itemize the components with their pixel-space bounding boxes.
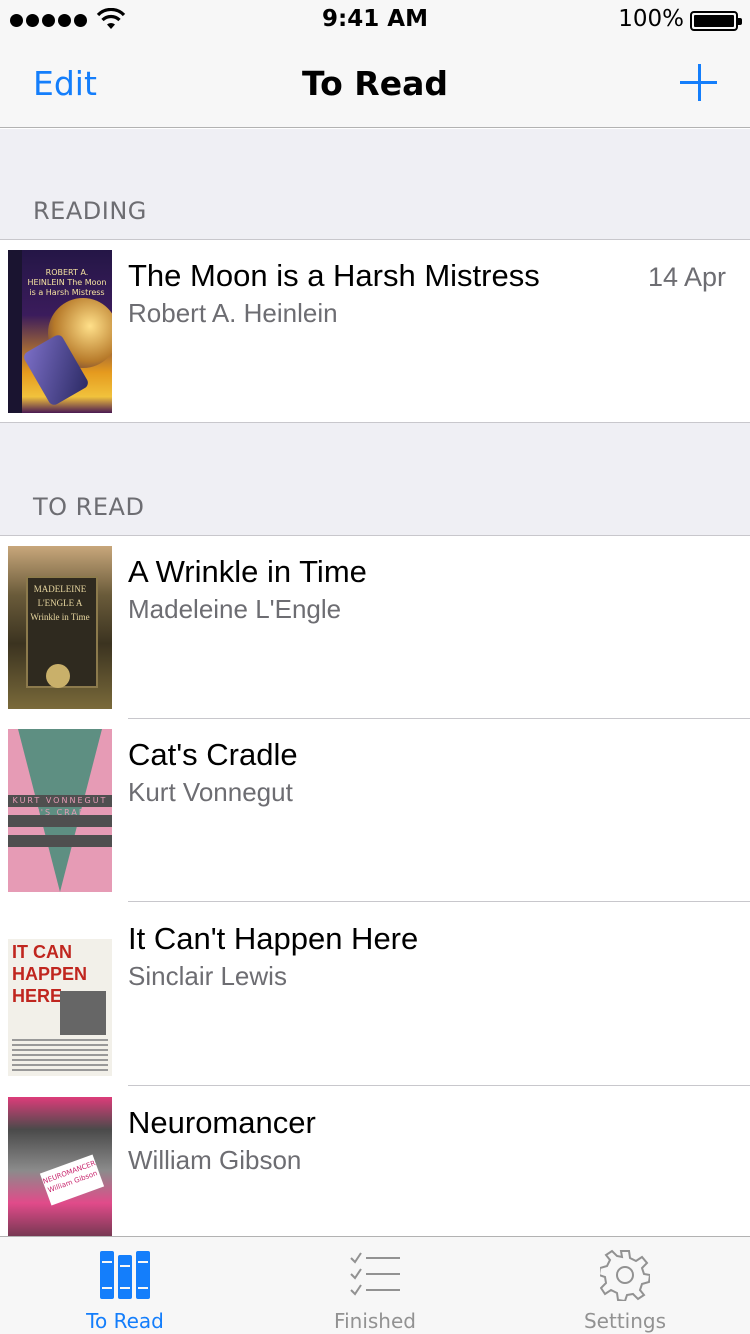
divider [128, 1085, 750, 1086]
book-date: 14 Apr [647, 262, 726, 292]
section-header-reading: READING [0, 129, 750, 240]
add-book-button[interactable] [680, 64, 720, 104]
book-title: A Wrinkle in Time [128, 554, 367, 589]
section-header-label: TO READ [33, 493, 145, 521]
tab-to-read[interactable]: To Read [0, 1237, 250, 1334]
book-cover: IT CAN HAPPEN HERE [8, 913, 112, 1076]
section-header-label: READING [33, 197, 147, 225]
tab-label: Settings [583, 1309, 667, 1333]
book-title: Neuromancer [128, 1105, 316, 1140]
list-item[interactable]: ROBERT A. HEINLEIN The Moon is a Harsh M… [0, 240, 750, 423]
book-author: William Gibson [128, 1145, 302, 1175]
books-icon [100, 1251, 150, 1299]
list-item[interactable]: KURT VONNEGUT CAT'S CRADLE Cat's Cradle … [0, 719, 750, 902]
book-author: Kurt Vonnegut [128, 777, 293, 807]
section-header-to-read: TO READ [0, 423, 750, 536]
list-item[interactable]: MADELEINE L'ENGLE A Wrinkle in Time A Wr… [0, 536, 750, 719]
book-author: Madeleine L'Engle [128, 594, 342, 624]
book-cover: MADELEINE L'ENGLE A Wrinkle in Time [8, 546, 112, 709]
tab-finished[interactable]: Finished [250, 1237, 500, 1334]
book-title: The Moon is a Harsh Mistress [128, 258, 540, 293]
battery-percentage: 100% [618, 6, 684, 32]
book-title: It Can't Happen Here [128, 921, 419, 956]
tab-label: Finished [334, 1309, 416, 1333]
divider [128, 901, 750, 902]
gear-icon [600, 1249, 650, 1301]
book-title: Cat's Cradle [128, 737, 298, 772]
book-cover: ROBERT A. HEINLEIN The Moon is a Harsh M… [8, 250, 112, 413]
book-author: Sinclair Lewis [128, 961, 287, 991]
status-bar: 9:41 AM 100% [0, 0, 750, 40]
tab-bar: To Read Finished Settings [0, 1236, 750, 1334]
navigation-bar: Edit To Read [0, 40, 750, 128]
book-cover: KURT VONNEGUT CAT'S CRADLE [8, 729, 112, 892]
list-item[interactable]: IT CAN HAPPEN HERE It Can't Happen Here … [0, 903, 750, 1086]
book-author: Robert A. Heinlein [128, 298, 338, 328]
page-title: To Read [302, 64, 448, 103]
checklist-icon [350, 1252, 400, 1296]
tab-label: To Read [86, 1309, 164, 1333]
tab-settings[interactable]: Settings [500, 1237, 750, 1334]
battery-icon [690, 11, 742, 31]
